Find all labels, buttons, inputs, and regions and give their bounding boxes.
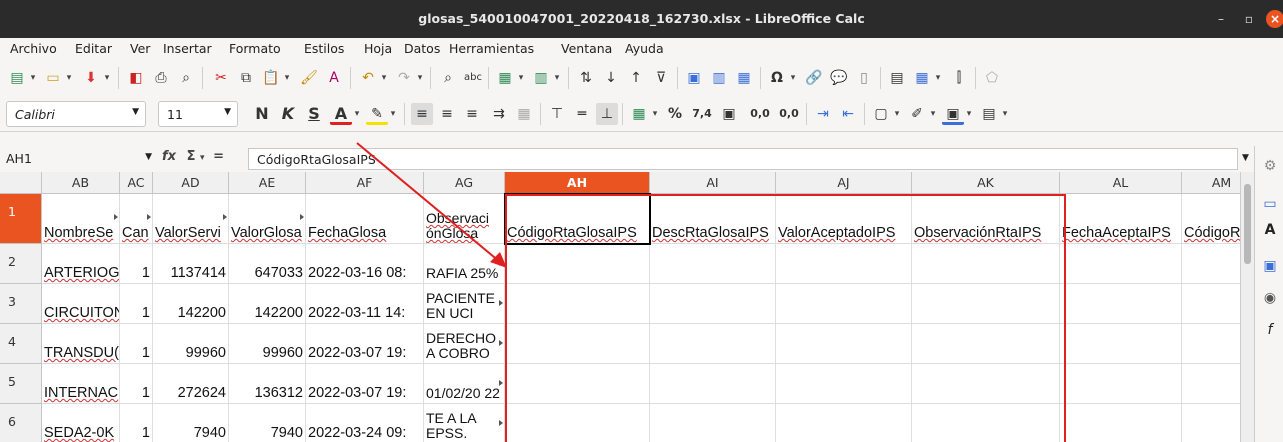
- annotation-arrow: [356, 142, 507, 268]
- functions-icon[interactable]: f: [1260, 320, 1280, 340]
- gallery-icon[interactable]: ▣: [1260, 256, 1280, 276]
- settings-icon[interactable]: ⚙: [1260, 156, 1280, 176]
- styles-icon[interactable]: A: [1260, 220, 1280, 240]
- vertical-scrollbar[interactable]: [1240, 172, 1254, 442]
- sidebar-deck: ⚙ ▭ A ▣ ◉ f: [1254, 146, 1283, 442]
- scrollbar-thumb[interactable]: [1244, 184, 1251, 264]
- navigator-icon[interactable]: ◉: [1260, 288, 1280, 308]
- properties-icon[interactable]: ▭: [1260, 194, 1280, 214]
